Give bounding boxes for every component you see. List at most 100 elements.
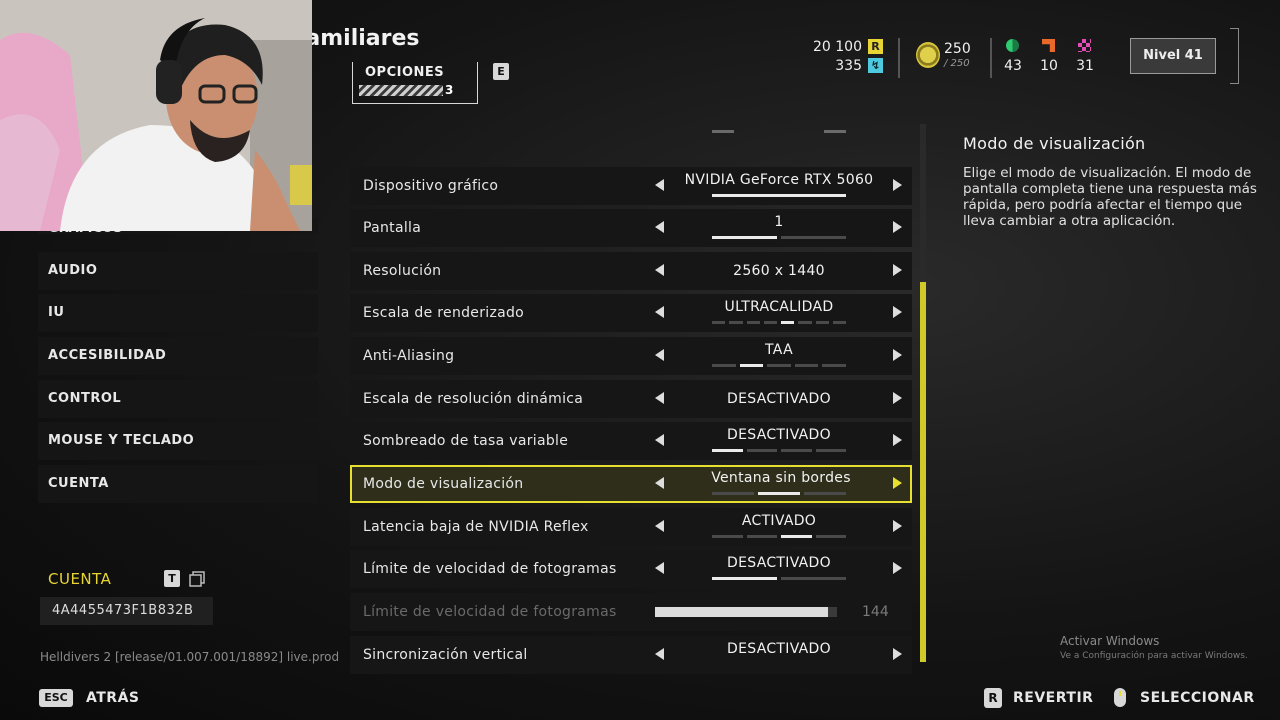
arrow-left-icon[interactable] [655, 264, 664, 276]
option-ticks [712, 577, 846, 580]
setting-value: DESACTIVADO [727, 641, 831, 657]
account-section-label: CUENTA [48, 570, 112, 588]
setting-label: Pantalla [363, 220, 422, 236]
arrow-right-icon[interactable] [893, 306, 902, 318]
setting-value: ACTIVADO [741, 513, 817, 529]
arrow-left-icon[interactable] [655, 179, 664, 191]
rare-sample-value: 10 [1040, 58, 1058, 74]
back-button[interactable]: ATRÁS [86, 690, 140, 706]
setting-value: 2560 x 1440 [733, 263, 825, 279]
account-id: 4A4455473F1B832B [40, 597, 213, 625]
setting-row-escala-renderizado[interactable]: Escala de renderizado ULTRACALIDAD [350, 294, 912, 332]
setting-value: TAA [765, 342, 793, 358]
setting-label: Límite de velocidad de fotogramas [363, 561, 617, 577]
arrow-left-icon[interactable] [655, 306, 664, 318]
tab-opciones-label: OPCIONES [365, 65, 445, 80]
tab-progress-stripes [359, 85, 443, 96]
common-sample-value: 43 [1004, 58, 1022, 74]
setting-value: DESACTIVADO [727, 391, 831, 407]
super-credits-max: / 250 [944, 58, 970, 69]
setting-row-pantalla[interactable]: Pantalla 1 [350, 209, 912, 247]
medals-value: 335 [835, 58, 862, 74]
setting-label: Anti-Aliasing [363, 348, 455, 364]
setting-label: Sombreado de tasa variable [363, 433, 569, 449]
super-sample-value: 31 [1076, 58, 1094, 74]
option-ticks [712, 364, 846, 367]
arrow-right-icon[interactable] [893, 349, 902, 361]
arrow-left-icon[interactable] [655, 477, 664, 489]
revert-button[interactable]: REVERTIR [1013, 690, 1093, 706]
setting-label: Dispositivo gráfico [363, 178, 499, 194]
arrow-right-icon[interactable] [893, 221, 902, 233]
rare-sample-icon [1042, 39, 1055, 52]
setting-value: NVIDIA GeForce RTX 5060 [684, 172, 874, 188]
sidebar-item-accesibilidad[interactable]: ACCESIBILIDAD [38, 337, 318, 375]
arrow-right-icon[interactable] [893, 562, 902, 574]
account-key-icon[interactable]: T [164, 570, 180, 587]
select-button[interactable]: SELECCIONAR [1140, 690, 1255, 706]
setting-value: ULTRACALIDAD [724, 299, 834, 315]
arrow-left-icon[interactable] [655, 221, 664, 233]
setting-label: Sincronización vertical [363, 647, 528, 663]
revert-key-icon[interactable]: R [984, 688, 1002, 708]
arrow-right-icon[interactable] [893, 434, 902, 446]
common-sample-icon [1006, 39, 1019, 52]
framerate-slider-value: 144 [862, 604, 889, 620]
windows-activation-title: Activar Windows [1060, 634, 1160, 648]
arrow-right-icon[interactable] [893, 648, 902, 660]
setting-row-dispositivo-grafico[interactable]: Dispositivo gráfico NVIDIA GeForce RTX 5… [350, 167, 912, 205]
arrow-right-icon[interactable] [893, 264, 902, 276]
esc-key-icon[interactable]: ESC [39, 689, 73, 707]
setting-row-anti-aliasing[interactable]: Anti-Aliasing TAA [350, 337, 912, 375]
arrow-left-icon[interactable] [655, 648, 664, 660]
setting-row-sincronizacion-vertical[interactable]: Sincronización vertical DESACTIVADO [350, 636, 912, 674]
medal-icon: ↯ [868, 58, 883, 73]
setting-value: 1 [774, 214, 784, 230]
arrow-left-icon[interactable] [655, 349, 664, 361]
divider [990, 38, 992, 78]
windows-activation-subtitle: Ve a Configuración para activar Windows. [1060, 651, 1248, 661]
sidebar-item-iu[interactable]: IU [38, 294, 318, 332]
arrow-right-icon[interactable] [893, 477, 902, 489]
setting-row-limite-fotogramas-slider: Límite de velocidad de fotogramas 144 [350, 593, 912, 631]
bracket-decoration [1230, 28, 1239, 84]
setting-row-resolucion[interactable]: Resolución 2560 x 1440 [350, 252, 912, 290]
super-credits-value: 250 [944, 41, 971, 57]
next-tab-key-icon[interactable]: E [493, 63, 509, 80]
option-ticks [712, 321, 846, 324]
previous-row-ticks [712, 130, 846, 133]
sidebar-item-cuenta[interactable]: CUENTA [38, 465, 318, 503]
arrow-left-icon[interactable] [655, 562, 664, 574]
option-ticks [712, 236, 846, 239]
sidebar-item-mouse-teclado[interactable]: MOUSE Y TECLADO [38, 422, 318, 460]
setting-row-sombreado-tasa-variable[interactable]: Sombreado de tasa variable DESACTIVADO [350, 422, 912, 460]
description-body: Elige el modo de visualización. El modo … [963, 165, 1257, 229]
level-badge: Nivel 41 [1130, 38, 1216, 74]
super-sample-icon [1078, 39, 1091, 52]
sidebar-item-control[interactable]: CONTROL [38, 380, 318, 418]
scrollbar-thumb[interactable] [920, 282, 926, 662]
tab-opciones[interactable]: OPCIONES 3 [352, 62, 478, 104]
sidebar-item-audio[interactable]: AUDIO [38, 252, 318, 290]
setting-row-nvidia-reflex[interactable]: Latencia baja de NVIDIA Reflex ACTIVADO [350, 508, 912, 546]
requisition-value: 20 100 [813, 39, 862, 55]
setting-label: Modo de visualización [363, 476, 524, 492]
setting-label: Escala de resolución dinámica [363, 391, 584, 407]
webcam-overlay-image [0, 0, 312, 231]
setting-row-modo-visualizacion[interactable]: Modo de visualización Ventana sin bordes [350, 465, 912, 503]
arrow-left-icon[interactable] [655, 392, 664, 404]
setting-row-limite-fotogramas[interactable]: Límite de velocidad de fotogramas DESACT… [350, 550, 912, 588]
setting-value: Ventana sin bordes [711, 470, 851, 486]
arrow-right-icon[interactable] [893, 392, 902, 404]
arrow-right-icon[interactable] [893, 179, 902, 191]
description-title: Modo de visualización [963, 134, 1146, 153]
setting-row-escala-resolucion-dinamica[interactable]: Escala de resolución dinámica DESACTIVAD… [350, 380, 912, 418]
copy-icon[interactable] [188, 570, 206, 588]
framerate-slider [655, 607, 837, 617]
divider [898, 38, 900, 78]
arrow-left-icon[interactable] [655, 520, 664, 532]
arrow-right-icon[interactable] [893, 520, 902, 532]
option-ticks [712, 535, 846, 538]
version-string: Helldivers 2 [release/01.007.001/18892] … [40, 650, 340, 664]
arrow-left-icon[interactable] [655, 434, 664, 446]
